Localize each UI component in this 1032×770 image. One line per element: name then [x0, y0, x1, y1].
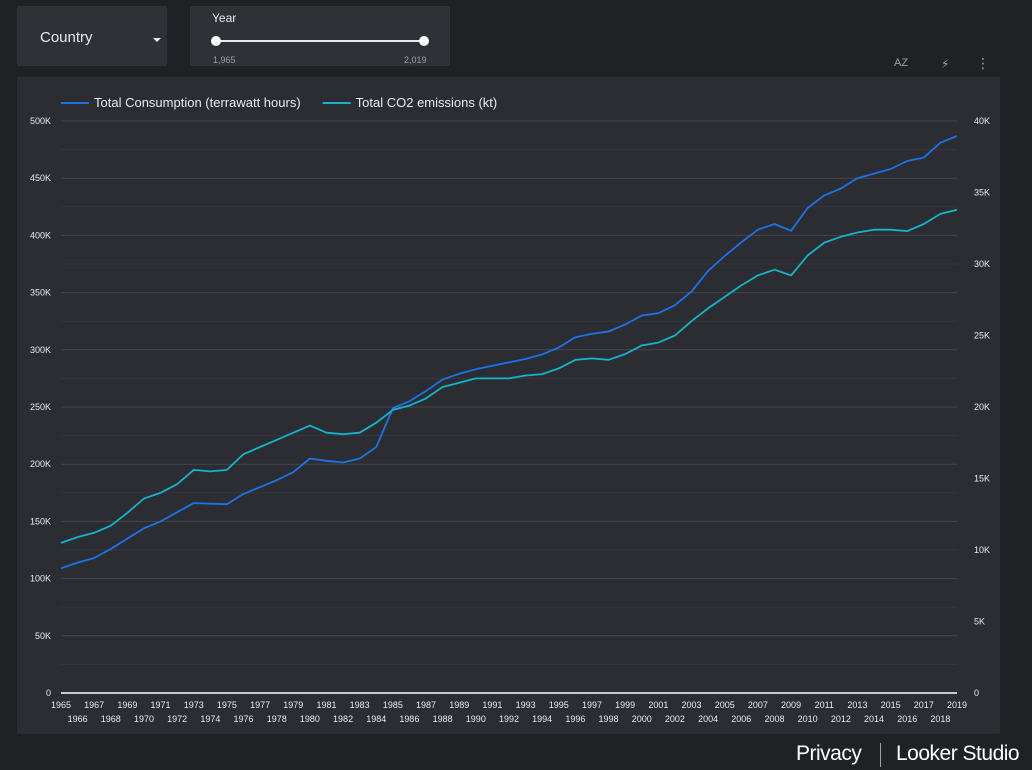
x-tick-label: 1984 [366, 714, 386, 724]
x-tick-label: 1981 [316, 700, 336, 710]
x-tick-label: 2008 [764, 714, 784, 724]
y-left-tick-label: 500K [30, 116, 51, 126]
privacy-link[interactable]: Privacy [796, 742, 862, 766]
chart-canvas: 0 50K 100K 150K 200K 250K 300K 350K 400K 450K 500K… [30, 95, 990, 724]
x-tick-label: 1970 [134, 714, 154, 724]
year-slider-max-label: 2,019 [404, 55, 427, 65]
y-left-tick-label: 300K [30, 345, 51, 355]
y-right-tick-label: 15K [974, 474, 990, 484]
x-tick-label: 1995 [549, 700, 569, 710]
x-tick-label: 1968 [101, 714, 121, 724]
x-tick-label: 2016 [897, 714, 917, 724]
x-tick-label: 2015 [881, 700, 901, 710]
dropdown-caret-icon[interactable] [153, 38, 161, 42]
time-series-chart[interactable]: 0 50K 100K 150K 200K 250K 300K 350K 400K 450K 500K… [17, 77, 1000, 734]
x-tick-label: 2006 [731, 714, 751, 724]
x-tick-label: 1987 [416, 700, 436, 710]
x-tick-label: 1992 [499, 714, 519, 724]
x-tick-label: 1997 [582, 700, 602, 710]
x-tick-label: 1978 [267, 714, 287, 724]
x-tick-label: 2012 [831, 714, 851, 724]
y-left-tick-label: 100K [30, 574, 51, 584]
x-tick-label: 1967 [84, 700, 104, 710]
x-tick-label: 1975 [217, 700, 237, 710]
x-tick-label: 1976 [234, 714, 254, 724]
y-left-tick-label: 350K [30, 288, 51, 298]
x-tick-label: 2017 [914, 700, 934, 710]
x-tick-label: 2009 [781, 700, 801, 710]
x-tick-label: 2001 [648, 700, 668, 710]
x-tick-label: 1977 [250, 700, 270, 710]
y-right-tick-label: 0 [974, 688, 979, 698]
sort-az-icon[interactable]: AZ [894, 57, 908, 69]
x-tick-label: 1966 [68, 714, 88, 724]
y-right-tick-label: 25K [974, 331, 990, 341]
y-right-tick-label: 35K [974, 188, 990, 198]
x-tick-label: 1994 [532, 714, 552, 724]
x-tick-label: 2019 [947, 700, 967, 710]
x-tick-label: 1969 [117, 700, 137, 710]
x-tick-label: 1989 [449, 700, 469, 710]
x-tick-label: 2010 [798, 714, 818, 724]
x-tick-label: 1980 [300, 714, 320, 724]
country-filter-dropdown[interactable]: Country [17, 6, 167, 66]
bolt-icon[interactable]: ⚡ [941, 57, 949, 71]
y-left-tick-label: 0 [46, 688, 51, 698]
x-tick-label: 1990 [466, 714, 486, 724]
y-left-tick-label: 50K [35, 631, 51, 641]
y-left-tick-label: 450K [30, 173, 51, 183]
x-tick-label: 2018 [930, 714, 950, 724]
x-tick-label: 1999 [615, 700, 635, 710]
x-tick-label: 1973 [184, 700, 204, 710]
year-slider-track[interactable] [216, 40, 424, 42]
x-tick-label: 1974 [200, 714, 220, 724]
year-slider-min-label: 1,965 [213, 55, 236, 65]
legend-label: Total CO2 emissions (kt) [356, 95, 498, 110]
x-tick-label: 2003 [682, 700, 702, 710]
x-tick-label: 2000 [632, 714, 652, 724]
x-tick-label: 1988 [433, 714, 453, 724]
y-right-tick-label: 5K [974, 617, 985, 627]
more-vert-icon[interactable]: ⋮ [976, 55, 990, 72]
x-tick-label: 1991 [482, 700, 502, 710]
x-tick-label: 1965 [51, 700, 71, 710]
y-left-tick-label: 250K [30, 402, 51, 412]
x-tick-label: 1996 [565, 714, 585, 724]
y-left-tick-label: 400K [30, 230, 51, 240]
country-filter-label: Country [40, 29, 93, 46]
x-tick-label: 1972 [167, 714, 187, 724]
y-left-tick-label: 150K [30, 516, 51, 526]
x-tick-label: 1985 [383, 700, 403, 710]
year-range-slider[interactable]: Year 1,965 2,019 [190, 6, 450, 66]
y-right-tick-label: 40K [974, 116, 990, 126]
x-tick-label: 1971 [151, 700, 171, 710]
legend-label: Total Consumption (terrawatt hours) [94, 95, 301, 110]
y-right-tick-label: 10K [974, 545, 990, 555]
year-slider-title: Year [212, 11, 237, 25]
x-tick-label: 2005 [715, 700, 735, 710]
x-tick-label: 1979 [283, 700, 303, 710]
looker-studio-logo: Looker Studio [896, 742, 1020, 765]
x-tick-label: 1993 [516, 700, 536, 710]
x-tick-label: 2014 [864, 714, 884, 724]
footer-divider [880, 743, 881, 767]
x-tick-label: 1983 [350, 700, 370, 710]
y-left-tick-label: 200K [30, 459, 51, 469]
x-tick-label: 1986 [399, 714, 419, 724]
x-tick-label: 2007 [748, 700, 768, 710]
x-tick-label: 2004 [698, 714, 718, 724]
x-tick-label: 1982 [333, 714, 353, 724]
x-tick-label: 2002 [665, 714, 685, 724]
y-right-tick-label: 20K [974, 402, 990, 412]
year-slider-min-handle[interactable] [211, 36, 221, 46]
x-tick-label: 1998 [599, 714, 619, 724]
x-tick-label: 2011 [815, 700, 834, 710]
x-tick-label: 2013 [847, 700, 867, 710]
year-slider-max-handle[interactable] [419, 36, 429, 46]
series-line-1 [60, 135, 958, 570]
y-right-tick-label: 30K [974, 259, 990, 269]
